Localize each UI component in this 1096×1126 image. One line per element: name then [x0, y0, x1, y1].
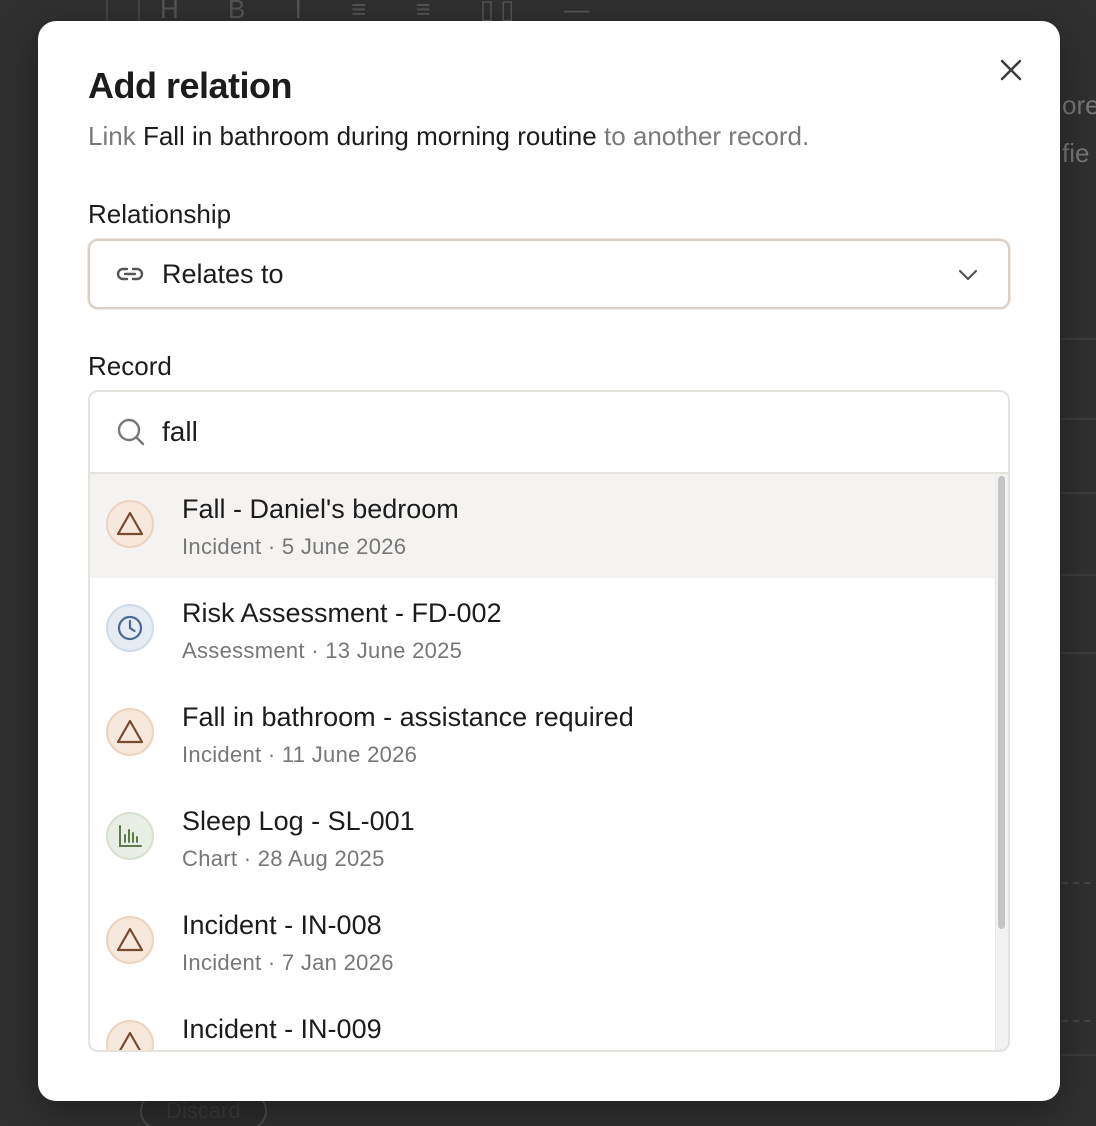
result-item[interactable]: Sleep Log - SL-001 Chart · 28 Aug 2025: [90, 786, 1000, 890]
close-button[interactable]: [996, 55, 1026, 85]
result-title: Sleep Log - SL-001: [182, 806, 415, 836]
result-meta: Chart · 28 Aug 2025: [182, 846, 385, 871]
background-divider: [1062, 1054, 1096, 1056]
relationship-select[interactable]: Relates to: [88, 239, 1010, 309]
subtitle-record-name: Fall in bathroom during morning routine: [142, 121, 597, 151]
bar-chart-icon: [119, 825, 142, 847]
background-divider: [138, 0, 140, 22]
record-search-input[interactable]: [160, 415, 864, 449]
chart-avatar: [106, 812, 154, 860]
add-relation-dialog: Add relation Link Fall in bathroom durin…: [38, 21, 1060, 1101]
background-divider: [1062, 492, 1096, 494]
warning-triangle-icon: [119, 1031, 141, 1050]
result-meta: Incident · 11 June 2026: [182, 742, 418, 767]
incident-avatar: [106, 916, 154, 964]
search-icon: [114, 415, 148, 449]
background-divider: [1062, 882, 1096, 884]
result-meta: Incident · 5 June 2026: [182, 534, 407, 559]
scrollbar-thumb[interactable]: [998, 476, 1005, 929]
background-divider: [1062, 652, 1096, 654]
result-item[interactable]: Fall in bathroom - assistance required I…: [90, 682, 1000, 786]
dialog-subtitle: Link Fall in bathroom during morning rou…: [88, 121, 809, 152]
record-label: Record: [88, 351, 172, 381]
result-title: Fall - Daniel's bedroom: [182, 494, 459, 524]
record-combobox: Fall - Daniel's bedroom Incident · 5 Jun…: [88, 390, 1010, 1052]
result-title: Fall in bathroom - assistance required: [182, 702, 634, 732]
result-item[interactable]: Incident - IN-009: [90, 994, 1000, 1050]
result-title: Risk Assessment - FD-002: [182, 598, 502, 628]
result-item[interactable]: Fall - Daniel's bedroom Incident · 5 Jun…: [90, 474, 1000, 578]
background-text-fragment: fie: [1062, 138, 1090, 168]
incident-avatar: [106, 500, 154, 548]
warning-triangle-icon: [116, 927, 144, 952]
result-meta: Assessment · 13 June 2025: [182, 638, 463, 663]
subtitle-suffix: to another record.: [603, 121, 810, 151]
background-divider: [1062, 418, 1096, 420]
incident-avatar: [106, 708, 154, 756]
assessment-avatar: [106, 604, 154, 652]
background-divider: [1062, 338, 1096, 340]
background-text-fragment: ore: [1062, 90, 1096, 120]
result-title: Incident - IN-009: [182, 1014, 382, 1044]
background-divider: [1062, 574, 1096, 576]
relationship-label: Relationship: [88, 199, 232, 229]
incident-avatar: [106, 1020, 154, 1050]
dialog-title: Add relation: [88, 65, 293, 106]
chevron-down-icon: [958, 269, 978, 281]
close-icon: [1000, 59, 1022, 81]
background-divider: [106, 0, 108, 22]
result-title: Incident - IN-008: [182, 910, 382, 940]
result-meta: Incident · 7 Jan 2026: [182, 950, 394, 975]
link-icon: [114, 258, 146, 290]
result-item[interactable]: Incident - IN-008 Incident · 7 Jan 2026: [90, 890, 1000, 994]
record-results-list: Fall - Daniel's bedroom Incident · 5 Jun…: [90, 474, 1008, 1050]
warning-triangle-icon: [116, 511, 144, 536]
results-scrollbar[interactable]: [995, 474, 1008, 1050]
background-divider: [1062, 1020, 1096, 1022]
result-item[interactable]: Risk Assessment - FD-002 Assessment · 13…: [90, 578, 1000, 682]
subtitle-prefix: Link: [88, 121, 136, 151]
record-search: [90, 392, 1008, 474]
warning-triangle-icon: [116, 719, 144, 744]
relationship-value: Relates to: [162, 258, 284, 289]
clock-icon: [117, 615, 143, 641]
